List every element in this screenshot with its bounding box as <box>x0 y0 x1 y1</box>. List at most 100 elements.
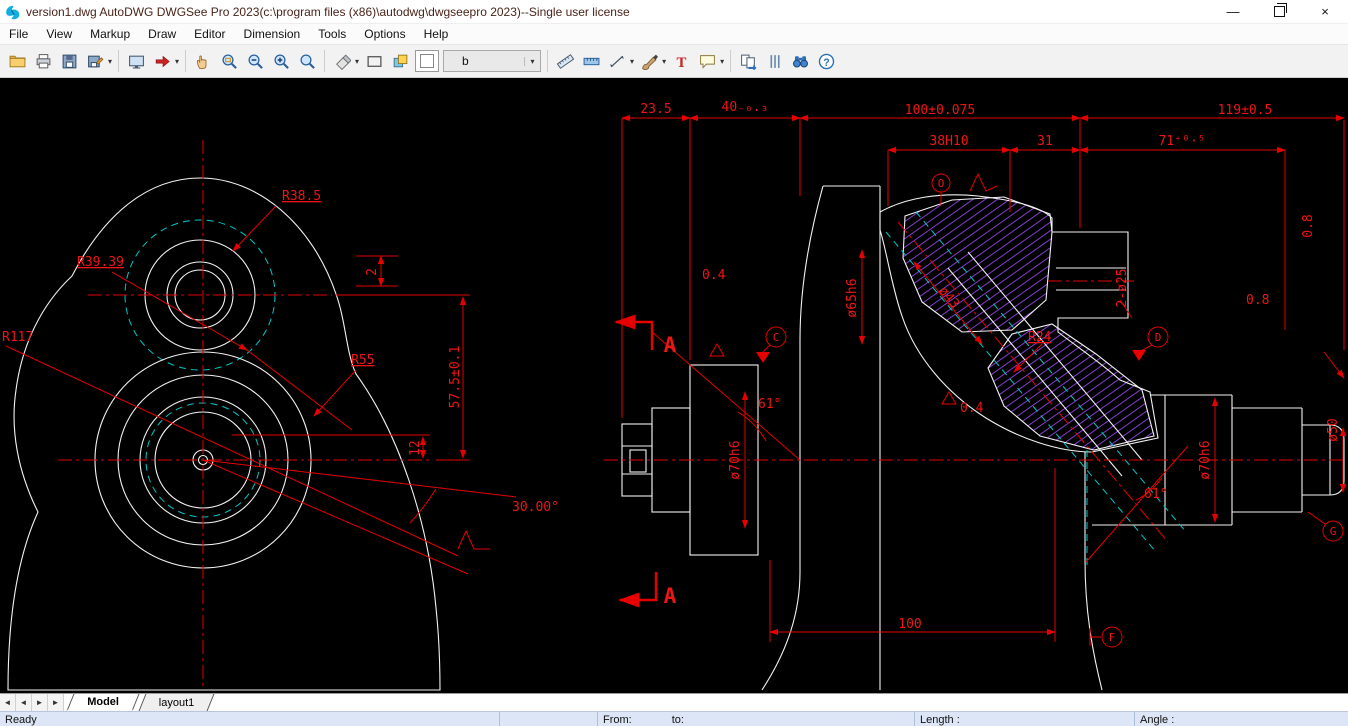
layers-button[interactable] <box>387 48 413 74</box>
current-color-swatch <box>420 54 434 68</box>
title-bar: version1.dwg AutoDWG DWGSee Pro 2023(c:\… <box>0 0 1348 24</box>
layout-tab-bar: ◄ ◄ ► ► Model layout1 <box>0 693 1348 711</box>
menu-dimension[interactable]: Dimension <box>235 25 310 43</box>
pan-button[interactable] <box>190 48 216 74</box>
comment-button[interactable] <box>694 48 720 74</box>
tab-layout1[interactable]: layout1 <box>138 694 214 711</box>
save-dropdown-arrow-icon[interactable]: ▾ <box>106 57 114 66</box>
menu-file[interactable]: File <box>0 25 37 43</box>
tab-nav-first[interactable]: ◄ <box>0 694 16 711</box>
left-view: R38.5 R39.39 R117 R55 2 57.5±0.1 12 30.0… <box>2 140 559 690</box>
save-button[interactable] <box>56 48 82 74</box>
right-view: 23.5 40₋₀.₃ 100±0.075 119±0.5 38H10 31 7… <box>604 100 1346 690</box>
find-button[interactable] <box>787 48 813 74</box>
dim-label: ø70h6 <box>1198 440 1213 479</box>
measure-distance-button[interactable] <box>552 48 578 74</box>
layers-icon <box>392 53 409 70</box>
menu-help[interactable]: Help <box>415 25 458 43</box>
combo-dropdown-arrow-icon[interactable]: ▾ <box>524 57 540 66</box>
print-button[interactable] <box>30 48 56 74</box>
menu-bar: File View Markup Draw Editor Dimension T… <box>0 24 1348 44</box>
dim-label: ø65h6 <box>845 278 860 317</box>
menu-editor[interactable]: Editor <box>185 25 234 43</box>
tab-model[interactable]: Model <box>67 694 140 711</box>
brush-button[interactable] <box>636 48 662 74</box>
next-view-button[interactable] <box>149 48 175 74</box>
toolbar: ▾ ▾ ▾ b ▾ ▾ ▾ ▾ <box>0 44 1348 78</box>
dim-label: 0.4 <box>702 268 726 283</box>
menu-view[interactable]: View <box>37 25 81 43</box>
tab-nav-prev[interactable]: ◄ <box>16 694 32 711</box>
hatch-button[interactable] <box>761 48 787 74</box>
dim-label: 2-ø25 <box>1115 268 1130 307</box>
tab-nav-next[interactable]: ► <box>32 694 48 711</box>
erase-markup-button[interactable] <box>329 48 355 74</box>
dwg-drawing: R38.5 R39.39 R117 R55 2 57.5±0.1 12 30.0… <box>0 78 1348 693</box>
dim-label: 40₋₀.₃ <box>722 100 769 115</box>
brush-dropdown-arrow-icon[interactable]: ▾ <box>660 57 668 66</box>
eraser-icon <box>334 53 351 70</box>
dim-label: R117 <box>2 330 33 345</box>
dim-label: 71⁺⁰·⁵ <box>1159 134 1206 149</box>
comment-dropdown-arrow-icon[interactable]: ▾ <box>718 57 726 66</box>
status-to-label: to: <box>672 714 684 726</box>
menu-tools[interactable]: Tools <box>309 25 355 43</box>
status-angle-label: Angle : <box>1140 714 1174 726</box>
zoom-window-button[interactable] <box>216 48 242 74</box>
app-logo-icon <box>4 3 22 21</box>
dim-label: ø70h6 <box>728 440 743 479</box>
measure-angle-button[interactable] <box>604 48 630 74</box>
text-tool-icon <box>673 53 690 70</box>
view-dropdown-arrow-icon[interactable]: ▾ <box>173 57 181 66</box>
zoom-out-button[interactable] <box>242 48 268 74</box>
menu-markup[interactable]: Markup <box>81 25 139 43</box>
toolbar-separator <box>324 50 325 72</box>
zoom-extents-button[interactable] <box>294 48 320 74</box>
dim-label: 100 <box>898 617 921 632</box>
save-markup-button[interactable] <box>82 48 108 74</box>
window-controls: — × <box>1210 0 1348 23</box>
datum-label: G <box>1330 525 1337 538</box>
status-spacer <box>500 712 598 726</box>
dim-label: 0.8 <box>1301 214 1316 237</box>
status-length-label: Length : <box>920 714 960 726</box>
help-icon <box>818 53 835 70</box>
dim-label: 119±0.5 <box>1218 103 1273 118</box>
hatch-lines-icon <box>766 53 783 70</box>
zoom-in-button[interactable] <box>268 48 294 74</box>
status-ready-text: Ready <box>5 714 37 726</box>
convert-button[interactable] <box>735 48 761 74</box>
section-label: A <box>664 584 677 608</box>
hatched-section <box>903 197 1052 332</box>
speech-bubble-icon <box>699 53 716 70</box>
maximize-button[interactable] <box>1256 0 1302 23</box>
menu-options[interactable]: Options <box>355 25 414 43</box>
fit-window-button[interactable] <box>123 48 149 74</box>
dim-label: 30.00° <box>512 500 559 515</box>
dim-label: 100±0.075 <box>905 103 975 118</box>
erase-dropdown-arrow-icon[interactable]: ▾ <box>353 57 361 66</box>
toolbar-separator <box>185 50 186 72</box>
color-swatch-button[interactable] <box>415 50 439 72</box>
dim-label: 0.8 <box>1246 293 1269 308</box>
status-ready: Ready <box>0 712 500 726</box>
close-icon: × <box>1321 4 1329 19</box>
menu-draw[interactable]: Draw <box>139 25 185 43</box>
drawing-canvas[interactable]: R38.5 R39.39 R117 R55 2 57.5±0.1 12 30.0… <box>0 78 1348 693</box>
status-from-to: From: to: <box>598 712 915 726</box>
minimize-button[interactable]: — <box>1210 0 1256 23</box>
layer-color-combo[interactable]: b ▾ <box>443 50 541 72</box>
datum-label: O <box>938 177 945 190</box>
tab-nav-last[interactable]: ► <box>48 694 64 711</box>
help-button[interactable] <box>813 48 839 74</box>
measure-dropdown-arrow-icon[interactable]: ▾ <box>628 57 636 66</box>
measure-area-button[interactable] <box>578 48 604 74</box>
dim-label: 12 <box>408 440 423 456</box>
close-button[interactable]: × <box>1302 0 1348 23</box>
rectangle-button[interactable] <box>361 48 387 74</box>
measure-arrow-icon <box>609 53 626 70</box>
floppy-pencil-icon <box>87 53 104 70</box>
open-button[interactable] <box>4 48 30 74</box>
dim-label: 2 <box>365 268 380 276</box>
text-button[interactable] <box>668 48 694 74</box>
